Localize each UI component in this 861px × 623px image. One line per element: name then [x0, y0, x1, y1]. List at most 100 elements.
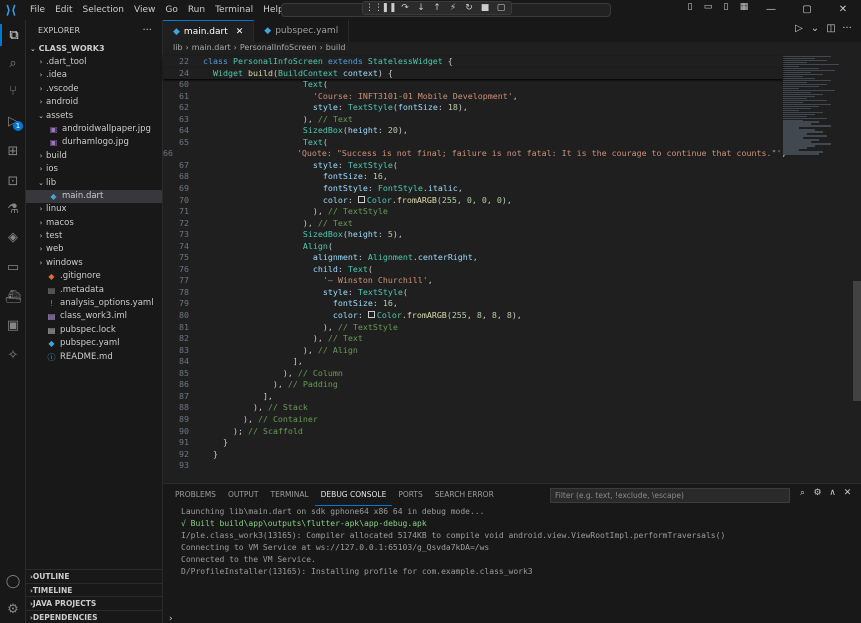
activity-explorer-icon[interactable]: ⧉: [0, 24, 26, 46]
code-line[interactable]: 91 }: [163, 437, 783, 449]
scrollbar-thumb[interactable]: [853, 281, 861, 401]
activity-search-icon[interactable]: ⌕: [0, 52, 26, 74]
code-line[interactable]: 69 fontStyle: FontStyle.italic,: [163, 183, 783, 195]
maximize-icon[interactable]: ▢: [789, 0, 825, 20]
file-tree-item[interactable]: › linux: [26, 203, 162, 216]
activity-testing-icon[interactable]: ⚗: [0, 198, 26, 220]
step-out-icon[interactable]: ↑: [429, 3, 445, 13]
sidebar-section-java-projects[interactable]: ›JAVA PROJECTS: [26, 596, 163, 609]
sidebar-section-timeline[interactable]: ›TIMELINE: [26, 582, 163, 596]
code-line[interactable]: 92 }: [163, 449, 783, 461]
panel-tab-terminal[interactable]: TERMINAL: [265, 484, 315, 506]
run-dropdown-icon[interactable]: ⌄: [807, 23, 823, 34]
close-panel-icon[interactable]: ✕: [840, 488, 855, 498]
more-actions-icon[interactable]: ···: [142, 20, 152, 42]
console-prompt-icon[interactable]: ›: [169, 614, 173, 623]
code-line[interactable]: 71 ), // TextStyle: [163, 206, 783, 218]
code-line[interactable]: 70 color: Color.fromARGB(255, 0, 0, 0),: [163, 195, 783, 207]
sidebar-section-outline[interactable]: ›OUTLINE: [26, 569, 163, 582]
toggle-panel-icon[interactable]: ▭: [699, 2, 717, 12]
code-line[interactable]: 77 '— Winston Churchill',: [163, 275, 783, 287]
close-tab-icon[interactable]: ✕: [236, 27, 244, 37]
code-view[interactable]: 22 class PersonalInfoScreen extends State…: [163, 56, 786, 483]
code-line[interactable]: 65 Text(: [163, 137, 783, 149]
console-filter-input[interactable]: Filter (e.g. text, !exclude, \escape): [550, 488, 790, 503]
activity-docker-icon[interactable]: ⛴: [0, 286, 26, 308]
code-line[interactable]: 85 ), // Column: [163, 368, 783, 380]
menu-item-view[interactable]: View: [129, 5, 160, 15]
code-line[interactable]: 76 child: Text(: [163, 264, 783, 276]
step-into-icon[interactable]: ↓: [413, 3, 429, 13]
code-line[interactable]: 84 ],: [163, 356, 783, 368]
code-line[interactable]: 68 fontSize: 16,: [163, 171, 783, 183]
split-editor-icon[interactable]: ◫: [823, 23, 839, 34]
file-tree-item[interactable]: ⓘ README.md: [26, 351, 162, 364]
code-line[interactable]: 63 ), // Text: [163, 114, 783, 126]
file-tree-item[interactable]: ▤ pubspec.lock: [26, 324, 162, 337]
drag-handle-icon[interactable]: ⋮⋮: [365, 3, 383, 13]
file-tree-item[interactable]: › test: [26, 230, 162, 243]
sidebar-section-dependencies[interactable]: ›DEPENDENCIES: [26, 609, 163, 623]
code-line[interactable]: 93: [163, 460, 783, 472]
devtools-icon[interactable]: ▢: [493, 3, 509, 13]
file-tree-item[interactable]: › .idea: [26, 69, 162, 82]
maximize-panel-icon[interactable]: ∧: [825, 488, 840, 498]
file-tree-item[interactable]: ◆ pubspec.yaml: [26, 337, 162, 350]
close-window-icon[interactable]: ✕: [825, 0, 861, 20]
code-line[interactable]: 75 alignment: Alignment.centerRight,: [163, 252, 783, 264]
code-line[interactable]: 66 'Quote: "Success is not final; failur…: [163, 148, 786, 160]
file-tree-item[interactable]: ▤ .metadata: [26, 284, 162, 297]
code-line[interactable]: 80 color: Color.fromARGB(255, 8, 8, 8),: [163, 310, 783, 322]
code-line[interactable]: 64 SizedBox(height: 20),: [163, 125, 783, 137]
breadcrumb-item[interactable]: build: [326, 43, 346, 52]
code-line[interactable]: 60 Text(: [163, 79, 783, 91]
code-line[interactable]: 62 style: TextStyle(fontSize: 18),: [163, 102, 783, 114]
menu-item-selection[interactable]: Selection: [78, 5, 129, 15]
activity-chat-icon[interactable]: ▭: [0, 256, 26, 278]
breadcrumb-item[interactable]: lib: [173, 43, 183, 52]
search-icon[interactable]: ⌕: [795, 488, 810, 498]
manage-gear-icon[interactable]: ⚙: [0, 598, 26, 620]
file-tree-item[interactable]: ▣ androidwallpaper.jpg: [26, 123, 162, 136]
activity-kubernetes-icon[interactable]: ✧: [0, 344, 26, 366]
menu-item-edit[interactable]: Edit: [50, 5, 77, 15]
code-line[interactable]: 86 ), // Padding: [163, 379, 783, 391]
code-line[interactable]: 72 ), // Text: [163, 218, 783, 230]
code-line[interactable]: 24 Widget build(BuildContext context) {: [163, 67, 783, 80]
menu-item-run[interactable]: Run: [183, 5, 210, 15]
file-tree-item[interactable]: ⌄ assets: [26, 110, 162, 123]
menu-item-file[interactable]: File: [25, 5, 50, 15]
panel-tab-output[interactable]: OUTPUT: [222, 484, 265, 506]
accounts-icon[interactable]: ◯: [0, 570, 26, 592]
code-line[interactable]: 73 SizedBox(height: 5),: [163, 229, 783, 241]
workspace-root-folder[interactable]: ⌄ CLASS_WORK3: [26, 42, 162, 56]
code-line[interactable]: 81 ), // TextStyle: [163, 322, 783, 334]
activity-source-control-icon[interactable]: ⑂: [0, 80, 26, 102]
step-over-icon[interactable]: ↷: [397, 3, 413, 13]
file-tree-item[interactable]: ▤ class_work3.iml: [26, 310, 162, 323]
customize-layout-icon[interactable]: ▦: [735, 2, 753, 12]
code-line[interactable]: 78 style: TextStyle(: [163, 287, 783, 299]
toggle-sidebar-icon[interactable]: ▯: [681, 2, 699, 12]
code-line[interactable]: 22 class PersonalInfoScreen extends State…: [163, 56, 783, 68]
code-line[interactable]: 83 ), // Align: [163, 345, 783, 357]
code-line[interactable]: 89 ), // Container: [163, 414, 783, 426]
editor-scrollbar[interactable]: [853, 56, 861, 483]
file-tree-item[interactable]: › .vscode: [26, 83, 162, 96]
breadcrumb-item[interactable]: PersonalInfoScreen: [240, 43, 317, 52]
activity-remote-icon[interactable]: ⊡: [0, 170, 26, 192]
file-tree-item[interactable]: › ios: [26, 163, 162, 176]
code-line[interactable]: 87 ],: [163, 391, 783, 403]
tab-main-dart[interactable]: ◆ main.dart ✕: [163, 20, 255, 42]
pause-icon[interactable]: ❚❚: [381, 3, 397, 13]
code-line[interactable]: 61 'Course: INFT3101-01 Mobile Developme…: [163, 91, 783, 103]
activity-flutter-icon[interactable]: ◈: [0, 226, 26, 248]
activity-extensions-icon[interactable]: ⊞: [0, 140, 26, 162]
run-icon[interactable]: ▷: [791, 23, 807, 34]
code-line[interactable]: 88 ), // Stack: [163, 402, 783, 414]
toggle-secondary-sidebar-icon[interactable]: ▯: [717, 2, 735, 12]
menu-item-terminal[interactable]: Terminal: [210, 5, 258, 15]
more-actions-icon[interactable]: ···: [839, 23, 855, 34]
activity-containers-icon[interactable]: ▣: [0, 314, 26, 336]
file-tree-item[interactable]: › .dart_tool: [26, 56, 162, 69]
